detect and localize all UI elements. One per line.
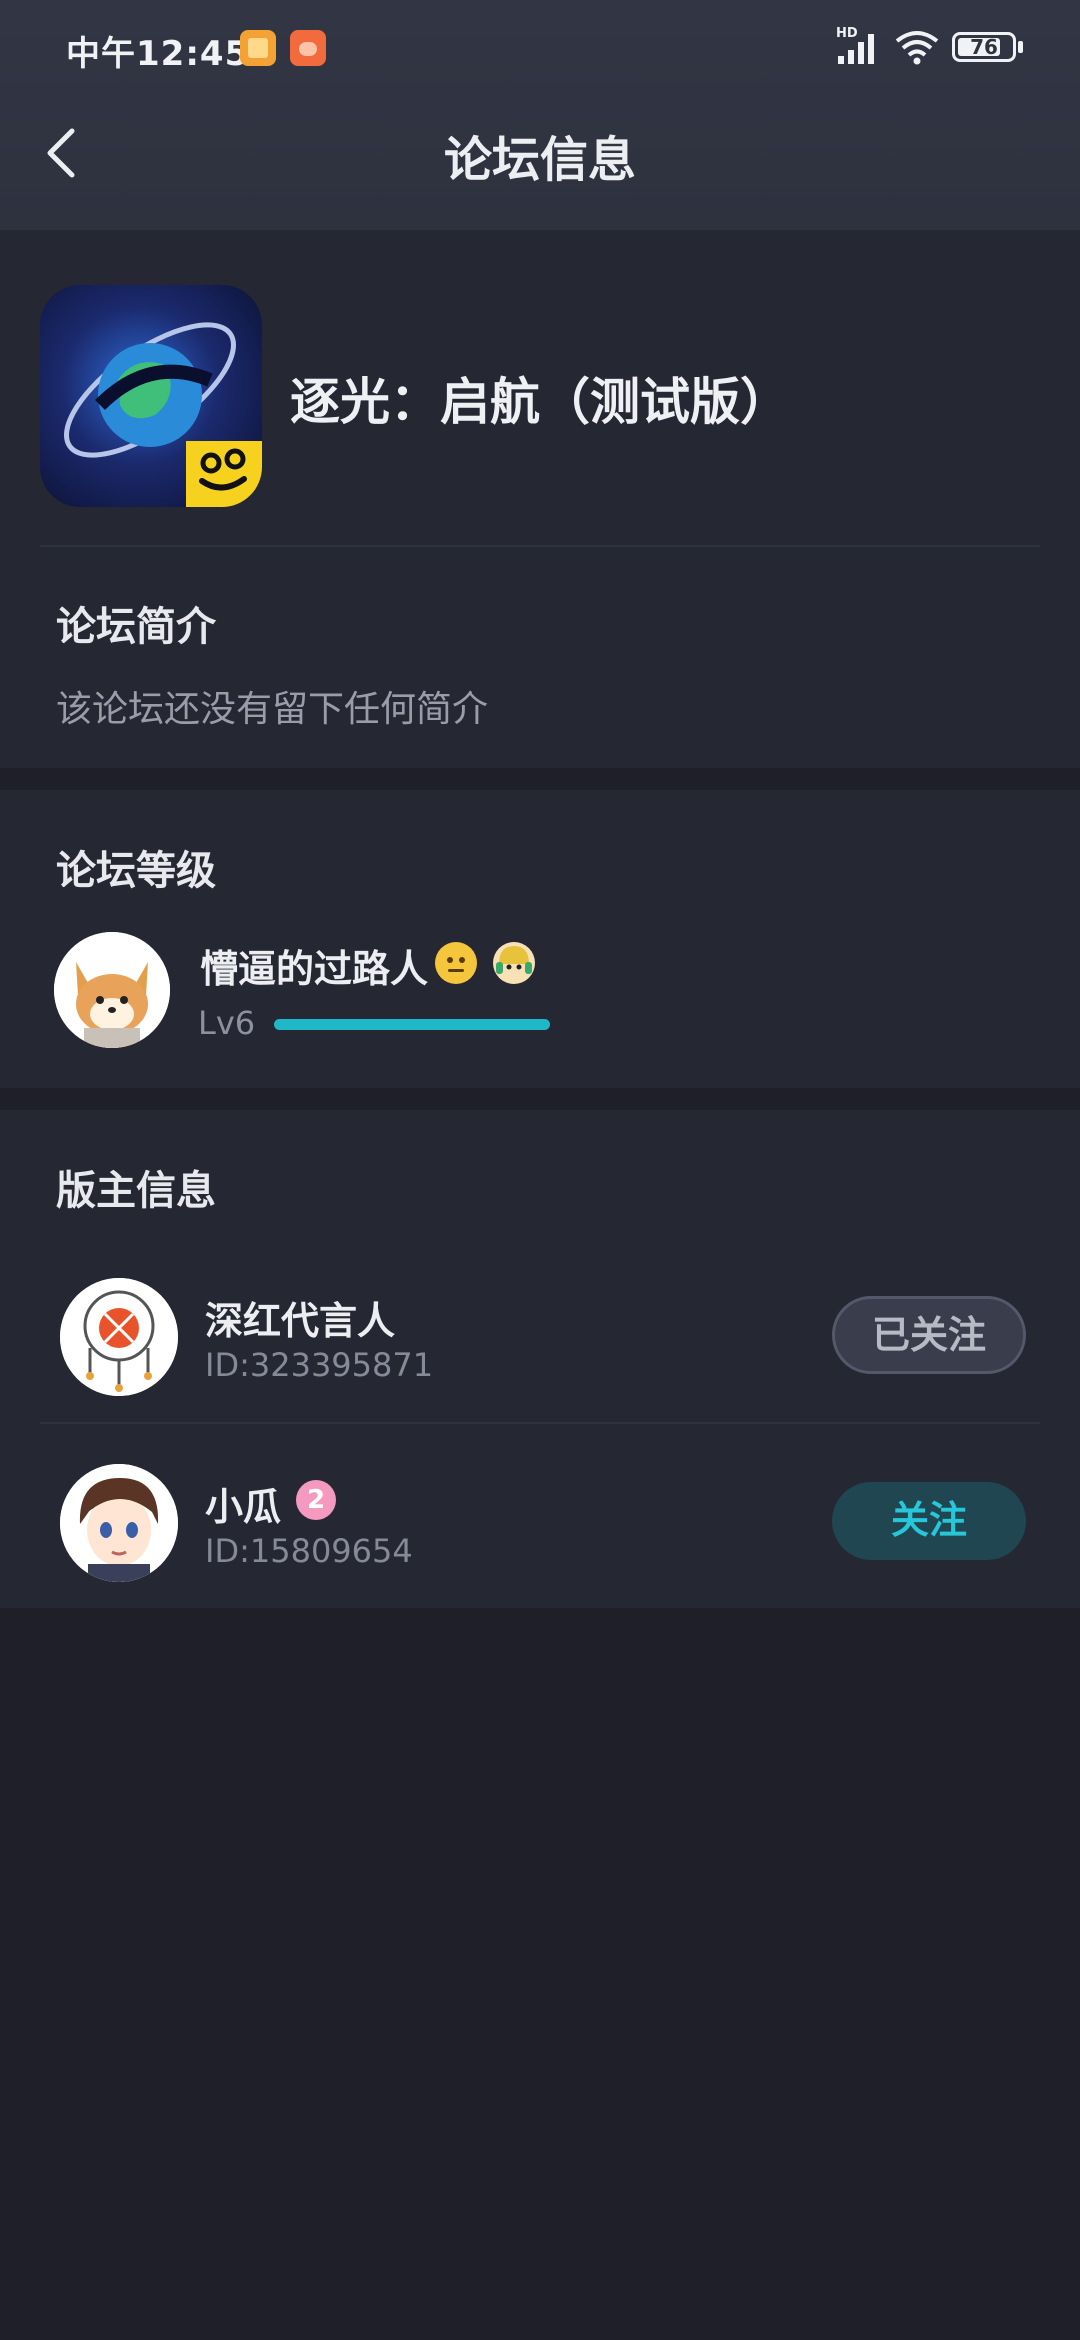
header: 中午12:45 HD 76 论坛信息 [0,0,1080,230]
divider [40,545,1040,547]
intro-title: 论坛简介 [56,604,216,650]
neutral-face-icon [435,942,477,984]
moderator-avatar[interactable] [60,1464,178,1582]
level-badge: 2 [296,1480,336,1520]
forum-level-section [0,790,1080,1088]
app-notification-icon [290,30,326,66]
signal-icon [838,34,874,64]
moderator-id: ID:15809654 [205,1532,413,1570]
moderator-avatar[interactable] [60,1278,178,1396]
followed-button[interactable]: 已关注 [832,1296,1026,1374]
user-name: 懵逼的过路人 [200,947,429,991]
status-bar: 中午12:45 HD 76 [0,0,1080,95]
follow-button[interactable]: 关注 [832,1482,1026,1560]
battery-level: 76 [970,35,998,59]
battery-tip [1018,41,1023,53]
level-label: Lv6 [198,1004,256,1042]
wifi-icon [895,31,939,65]
level-progress-bar [274,1019,550,1030]
level-title: 论坛等级 [56,848,216,894]
headphone-avatar-icon [493,942,535,984]
moderator-id: ID:323395871 [205,1346,434,1384]
level-progress-fill [274,1019,550,1030]
forum-name: 逐光：启航（测试版） [290,373,790,431]
gallery-notification-icon [240,30,276,66]
moderator-title: 版主信息 [56,1168,216,1214]
page-title: 论坛信息 [443,132,636,188]
moderator-name: 深红代言人 [205,1299,396,1343]
moderator-name: 小瓜 [205,1485,282,1529]
divider [40,1422,1040,1424]
user-avatar[interactable] [54,932,170,1048]
forum-app-icon [40,285,262,507]
battery-icon: 76 [952,32,1016,62]
intro-text: 该论坛还没有留下任何简介 [56,689,489,730]
status-time: 中午12:45 [66,34,250,74]
